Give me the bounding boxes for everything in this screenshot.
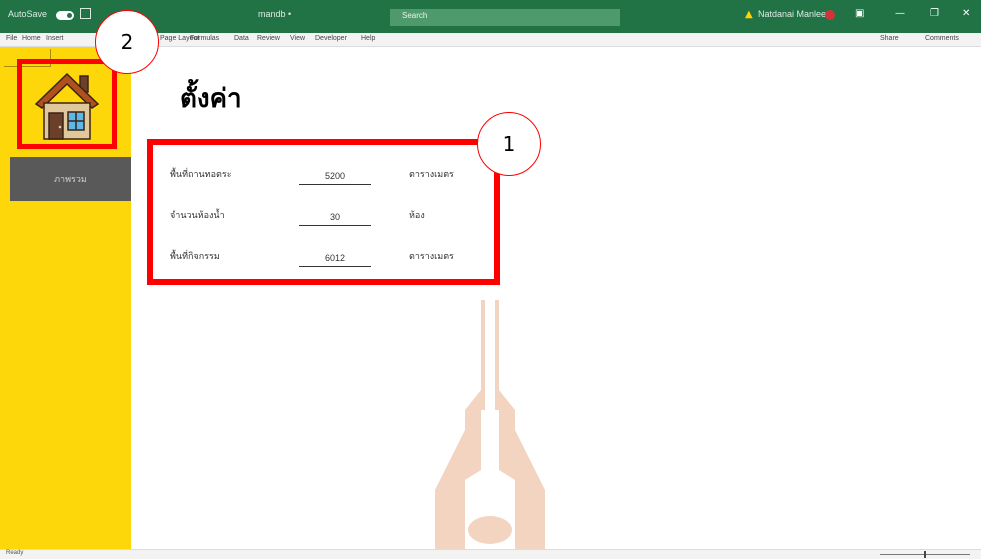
setting-unit: ห้อง <box>409 211 425 221</box>
setting-label: จำนวนห้องน้ำ <box>170 211 225 221</box>
comments-button[interactable]: Comments <box>925 35 959 42</box>
autosave-label: AutoSave <box>8 9 48 19</box>
minimize-button[interactable]: — <box>895 8 905 19</box>
tab-review[interactable]: Review <box>257 35 280 42</box>
setting-row-area: พื้นที่ถานทอตระ 5200 ตารางเมตร <box>153 161 494 189</box>
overview-nav-button[interactable]: ภาพรวม <box>10 157 131 201</box>
tab-data[interactable]: Data <box>234 35 249 42</box>
tab-home[interactable]: Home <box>22 35 41 42</box>
status-bar: Ready <box>0 549 981 559</box>
ribbon-display-icon[interactable]: ▣ <box>855 8 864 19</box>
setting-unit: ตารางเมตร <box>409 252 454 262</box>
home-highlight <box>17 59 117 149</box>
setting-value-input[interactable]: 30 <box>299 202 371 226</box>
tab-formulas[interactable]: Formulas <box>190 35 219 42</box>
setting-unit: ตารางเมตร <box>409 170 454 180</box>
page-title: ตั้งค่า <box>180 84 242 114</box>
home-icon[interactable] <box>34 70 100 144</box>
tab-file[interactable]: File <box>6 35 17 42</box>
setting-label: พื้นที่กิจกรรม <box>170 252 220 262</box>
restore-button[interactable]: ❐ <box>930 8 939 19</box>
settings-form: พื้นที่ถานทอตระ 5200 ตารางเมตร จำนวนห้อง… <box>147 139 500 285</box>
university-watermark-icon <box>435 300 545 549</box>
autosave-toggle[interactable] <box>56 11 74 20</box>
sidebar: ภาพรวม <box>0 47 131 559</box>
close-button[interactable]: ✕ <box>962 8 970 19</box>
share-button[interactable]: Share <box>880 35 899 42</box>
setting-row-restrooms: จำนวนห้องน้ำ 30 ห้อง <box>153 202 494 230</box>
callout-2: 2 <box>95 10 159 74</box>
avatar[interactable] <box>825 10 835 20</box>
user-name[interactable]: Natdanai Manlee <box>758 9 826 19</box>
search-placeholder: Search <box>402 11 428 20</box>
callout-1: 1 <box>477 112 541 176</box>
tab-view[interactable]: View <box>290 35 305 42</box>
warning-icon: ▲ <box>745 9 753 20</box>
setting-value-input[interactable]: 6012 <box>299 243 371 267</box>
setting-value-input[interactable]: 5200 <box>299 161 371 185</box>
status-ready: Ready <box>6 550 24 556</box>
search-box[interactable]: Search <box>390 9 620 26</box>
file-name: mandb • <box>258 9 292 19</box>
save-icon[interactable] <box>80 8 91 19</box>
tab-insert[interactable]: Insert <box>46 35 64 42</box>
tab-developer[interactable]: Developer <box>315 35 347 42</box>
tab-help[interactable]: Help <box>361 35 375 42</box>
setting-row-activity-area: พื้นที่กิจกรรม 6012 ตารางเมตร <box>153 243 494 271</box>
setting-label: พื้นที่ถานทอตระ <box>170 170 232 180</box>
overview-nav-label: ภาพรวม <box>54 175 87 185</box>
zoom-slider-thumb[interactable] <box>924 551 926 558</box>
